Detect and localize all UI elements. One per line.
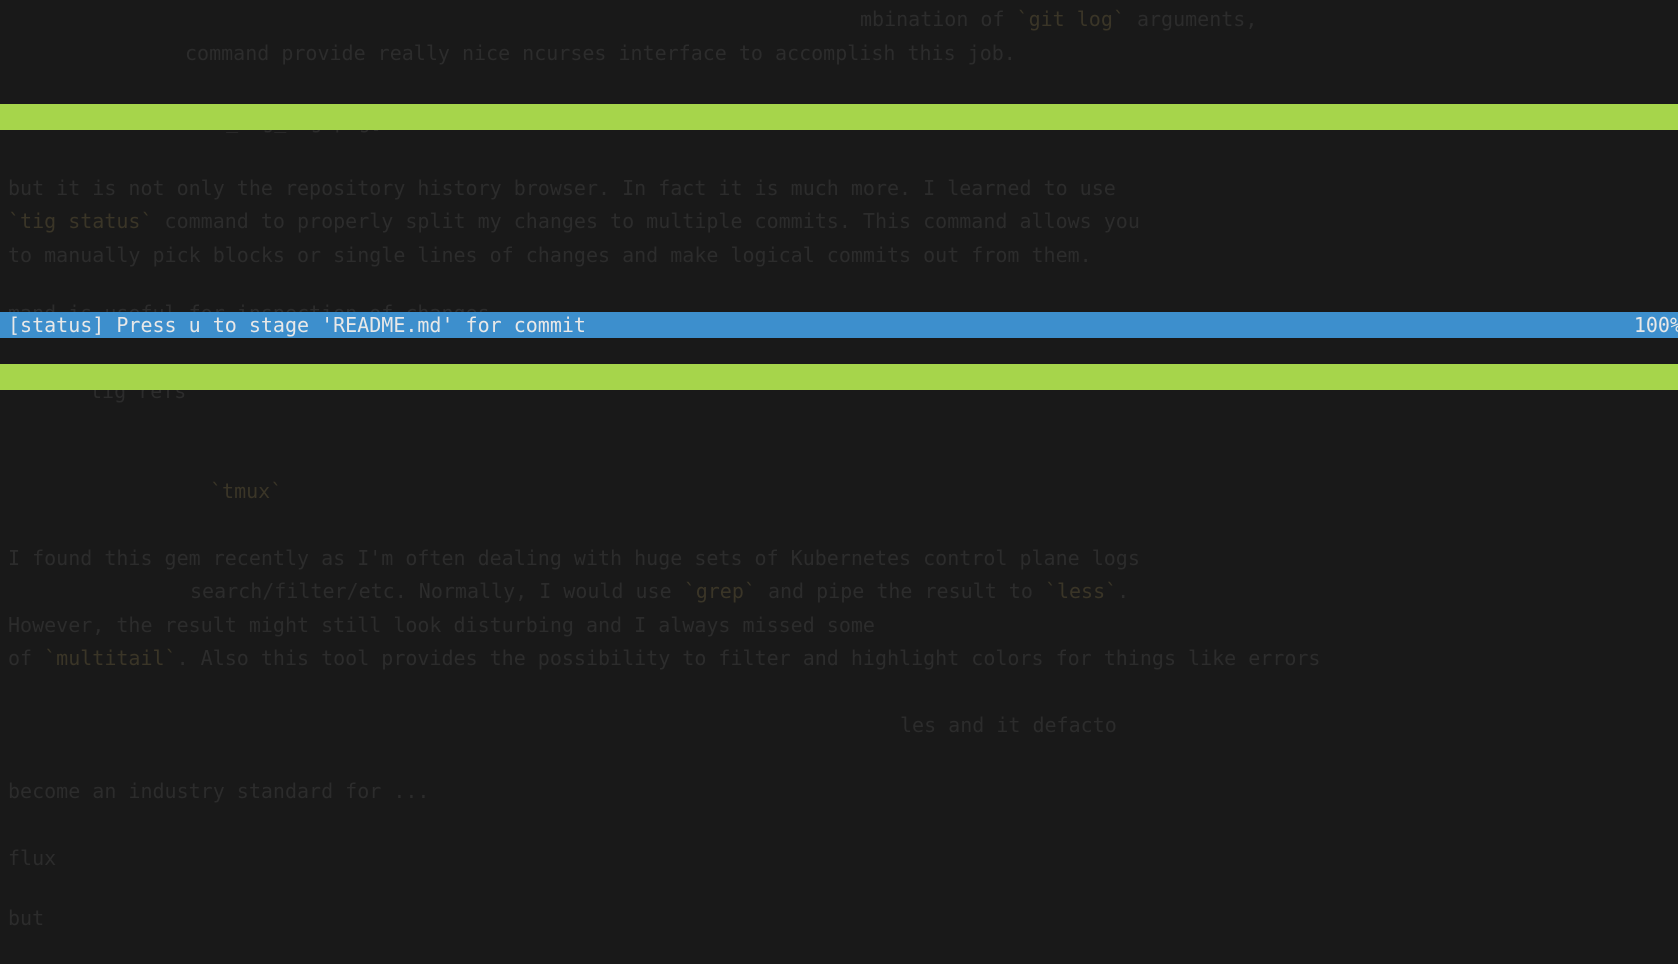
- diff-to-file-line: +++ b/README.md: [0, 494, 1678, 520]
- spacer-row: [0, 260, 1678, 286]
- diffstat-row: README.md | 3 +--: [0, 338, 1678, 364]
- spacer-row: [0, 208, 1678, 234]
- spacer-row: [0, 286, 1678, 312]
- diff-line-context: * Limit, track, and manage the developer…: [0, 806, 1678, 832]
- section-heading-unstaged: Changes not staged for commit:: [0, 78, 1678, 104]
- status-bar[interactable]: [status] Press u to stage 'README.md' fo…: [0, 312, 1678, 338]
- diff-hunk-header[interactable]: @@ -26,6 +24,7 @@ OKD: The Origin Commun…: [0, 754, 1678, 780]
- diff-line-delete: -* Quickly and easily scale applications…: [0, 624, 1678, 650]
- status-entry-staged-readme[interactable]: M README.md: [0, 52, 1678, 78]
- status-bar-scroll-percent: 100%: [1633, 313, 1678, 337]
- tig-terminal: On branch master. Your branch is up-to-d…: [0, 0, 1678, 964]
- section-heading-staged: Changes to be committed:: [0, 26, 1678, 52]
- spacer-row: [0, 182, 1678, 208]
- diff-index-line: index d844719f35..28589c5ee6 100644: [0, 442, 1678, 468]
- diff-from-file-line: --- a/README.md: [0, 468, 1678, 494]
- diff-line-context: * Centralized administration and managem…: [0, 728, 1678, 754]
- diff-line-context: * Integrated Docker registry, automatic …: [0, 832, 1678, 858]
- diff-line-delete: - * Support for automatic high availabil…: [0, 650, 1678, 676]
- status-bar-message: [status] Press u to stage 'README.md' fo…: [8, 313, 586, 337]
- spacer-row: [0, 390, 1678, 416]
- diff-line-blank: [0, 598, 1678, 624]
- diff-git-line: diff --git a/README.md b/README.md: [0, 416, 1678, 442]
- section-heading-untracked: Untracked files:: [0, 130, 1678, 156]
- diff-hunk-header[interactable]: @@ -14,8 +14,6 @@ OKD: The Origin Commun…: [0, 520, 1678, 546]
- diff-line-context: **Features:**: [0, 572, 1678, 598]
- branch-status-line: On branch master. Your branch is up-to-d…: [0, 0, 1678, 26]
- diffstat-summary-bar: 1 file changed, 1 insertion(+), 2 deleti…: [0, 364, 1678, 390]
- diff-line-blank: [0, 546, 1678, 572]
- spacer-row: [0, 234, 1678, 260]
- diff-line-add: +* Change!: [0, 858, 1678, 884]
- status-entry-unstaged-readme-selected[interactable]: M README.md: [0, 104, 1678, 130]
- diff-line-context: * Web console and command-line client fo…: [0, 702, 1678, 728]
- diff-line-context: * Push source code to your Git repositor…: [0, 676, 1678, 702]
- status-entry-untracked-rbyaml[interactable]: ? rb.yaml: [0, 156, 1678, 182]
- diff-line-context: * Allow developers to run containers sec…: [0, 780, 1678, 806]
